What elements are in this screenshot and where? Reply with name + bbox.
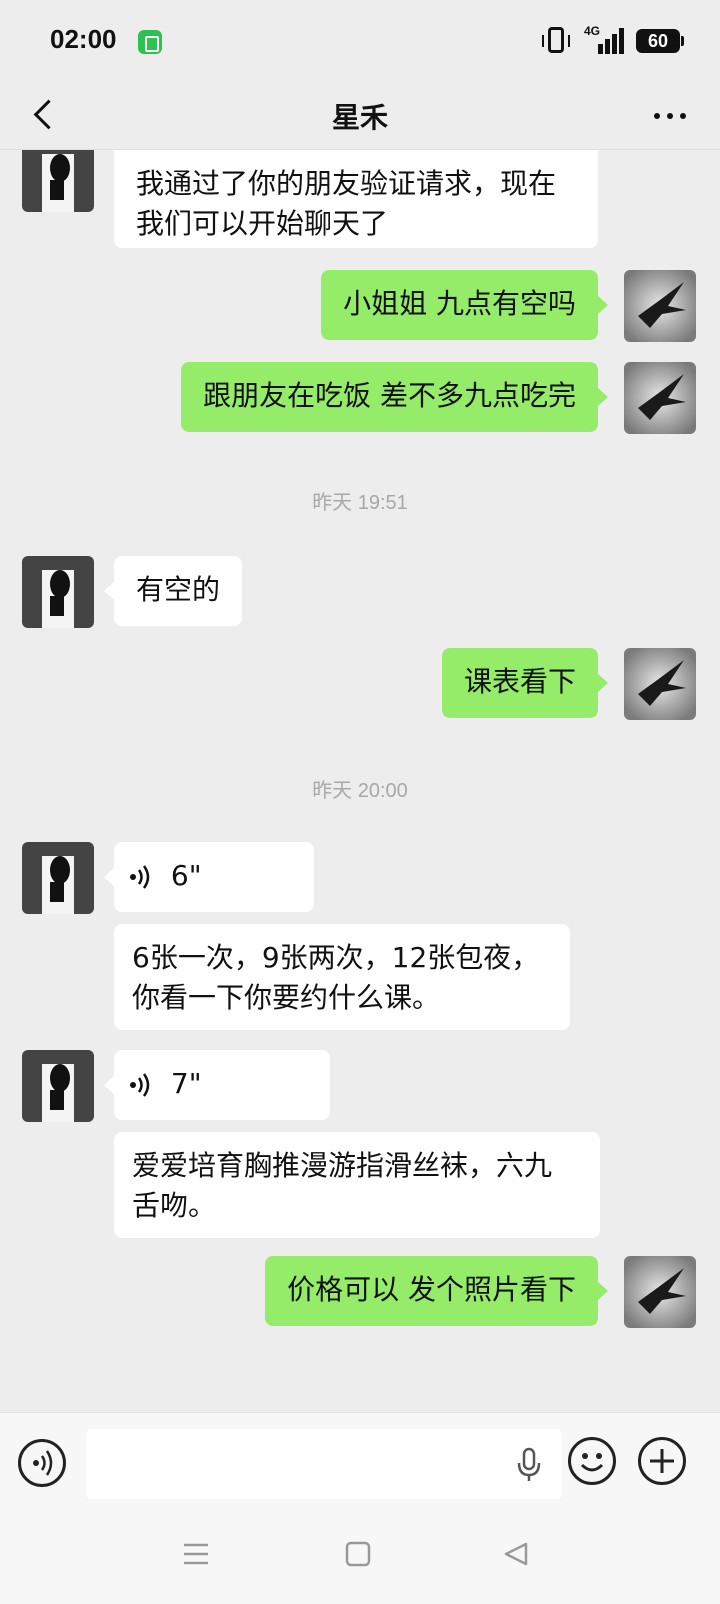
message-row: 课表看下 xyxy=(0,648,720,720)
message-text: 6张一次，9张两次，12张包夜， xyxy=(132,941,540,974)
message-bubble[interactable]: 课表看下 xyxy=(441,648,609,718)
app-notification-icon xyxy=(138,30,162,54)
message-text: 爱爱培育胸推漫游指滑丝袜，六九 xyxy=(132,1149,553,1182)
plus-icon[interactable] xyxy=(638,1437,686,1485)
message-input[interactable] xyxy=(86,1429,562,1499)
battery-icon: 60 xyxy=(636,29,684,53)
status-bar: 02:00 4G 60 xyxy=(0,0,720,82)
message-bubble[interactable]: 小姐姐 九点有空吗 xyxy=(321,270,608,340)
voice-message-bubble[interactable]: 6" xyxy=(104,842,314,912)
microphone-icon[interactable] xyxy=(514,1447,544,1483)
message-row: 价格可以 发个照片看下 xyxy=(0,1256,720,1328)
voice-wave-icon xyxy=(130,865,150,889)
vibrate-icon xyxy=(542,27,570,53)
voice-duration: 7" xyxy=(170,1067,202,1100)
message-row: 7" xyxy=(0,1050,720,1122)
message-text: 课表看下 xyxy=(463,665,576,698)
voice-duration: 6" xyxy=(170,859,202,892)
contact-avatar[interactable] xyxy=(22,556,94,628)
message-text: 价格可以 发个照片看下 xyxy=(287,1273,576,1306)
user-avatar[interactable] xyxy=(624,648,696,720)
user-avatar[interactable] xyxy=(624,270,696,342)
message-row: 爱爱培育胸推漫游指滑丝袜，六九 舌吻。 xyxy=(0,1132,720,1240)
message-bubble[interactable]: 价格可以 发个照片看下 xyxy=(265,1256,608,1326)
message-bubble[interactable]: 我通过了你的朋友验证请求，现在 我们可以开始聊天了 xyxy=(114,150,598,248)
message-bubble[interactable]: 跟朋友在吃饭 差不多九点吃完 xyxy=(181,362,608,432)
user-avatar[interactable] xyxy=(624,362,696,434)
timestamp: 昨天 19:51 xyxy=(312,492,408,514)
message-row: 我通过了你的朋友验证请求，现在 我们可以开始聊天了 xyxy=(0,150,720,250)
signal-icon: 4G xyxy=(584,24,628,54)
message-text: 跟朋友在吃饭 差不多九点吃完 xyxy=(203,379,576,412)
chat-header: 星禾 xyxy=(0,82,720,150)
message-row: 6" xyxy=(0,842,720,914)
voice-input-icon[interactable] xyxy=(18,1439,66,1487)
message-text: 你看一下你要约什么课。 xyxy=(132,981,441,1014)
message-row: 跟朋友在吃饭 差不多九点吃完 xyxy=(0,362,720,434)
message-bubble[interactable]: 爱爱培育胸推漫游指滑丝袜，六九 舌吻。 xyxy=(114,1132,600,1238)
message-text: 我们可以开始聊天了 xyxy=(136,207,389,240)
menu-icon[interactable] xyxy=(182,1540,210,1568)
message-row: 小姐姐 九点有空吗 xyxy=(0,270,720,342)
chat-title: 星禾 xyxy=(331,101,388,134)
contact-avatar[interactable] xyxy=(22,1050,94,1122)
emoji-icon[interactable] xyxy=(568,1437,616,1485)
voice-message-bubble[interactable]: 7" xyxy=(104,1050,330,1120)
home-icon[interactable] xyxy=(344,1540,372,1568)
voice-wave-icon xyxy=(130,1073,150,1097)
more-dots-icon[interactable] xyxy=(650,100,690,130)
back-triangle-icon[interactable] xyxy=(502,1540,530,1568)
system-navigation-bar xyxy=(0,1510,720,1604)
message-text: 我通过了你的朋友验证请求，现在 xyxy=(136,167,557,200)
message-text: 小姐姐 九点有空吗 xyxy=(343,287,576,320)
network-type: 4G xyxy=(584,24,601,38)
message-bubble[interactable]: 6张一次，9张两次，12张包夜， 你看一下你要约什么课。 xyxy=(114,924,570,1030)
message-row: 6张一次，9张两次，12张包夜， 你看一下你要约什么课。 xyxy=(0,924,720,1032)
message-list[interactable]: 我通过了你的朋友验证请求，现在 我们可以开始聊天了 小姐姐 九点有空吗 跟朋友在… xyxy=(0,150,720,1412)
message-text: 有空的 xyxy=(136,573,221,606)
contact-avatar[interactable] xyxy=(22,150,94,212)
message-bubble[interactable]: 有空的 xyxy=(103,556,243,626)
status-time: 02:00 xyxy=(50,24,117,54)
contact-avatar[interactable] xyxy=(22,842,94,914)
timestamp: 昨天 20:00 xyxy=(312,780,408,802)
user-avatar[interactable] xyxy=(624,1256,696,1328)
input-bar xyxy=(0,1412,720,1510)
message-text: 舌吻。 xyxy=(132,1189,217,1222)
message-row: 有空的 xyxy=(0,556,720,628)
